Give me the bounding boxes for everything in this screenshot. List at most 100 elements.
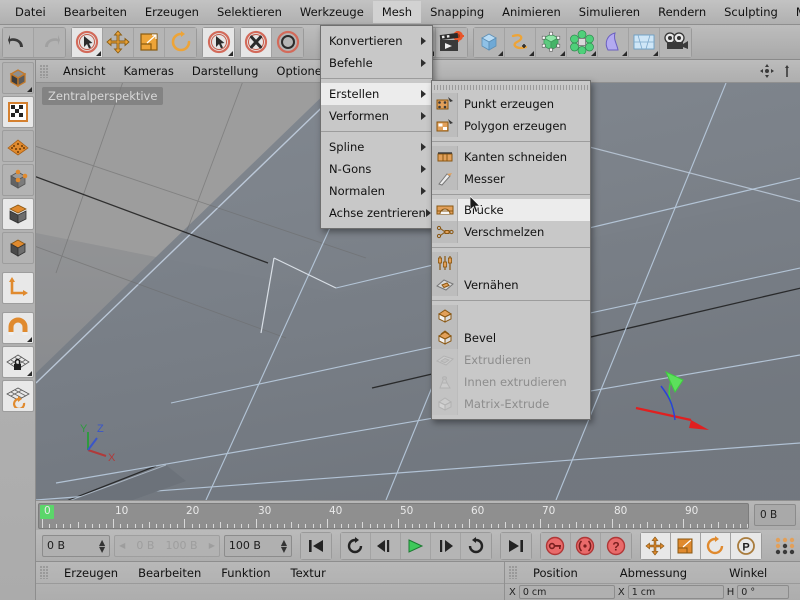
move-tool[interactable] [103, 27, 134, 57]
panel-grip[interactable] [509, 566, 518, 579]
menu-item-vernaehen[interactable] [432, 252, 590, 274]
viewport-menu-kameras[interactable]: Kameras [114, 61, 182, 81]
current-time-field[interactable]: 0 B ▲ ▼ [42, 534, 111, 557]
go-to-end-button[interactable] [500, 532, 531, 559]
menu-item-messer[interactable]: Messer [432, 168, 590, 190]
viewport-menu-ansicht[interactable]: Ansicht [54, 61, 114, 81]
menu-item-polygonloch-schliessen[interactable]: Vernähen [432, 274, 590, 296]
menu-item-extrudieren[interactable]: Bevel [432, 327, 590, 349]
menu-werkzeuge[interactable]: Werkzeuge [291, 1, 373, 23]
autokey-button[interactable] [570, 532, 601, 559]
extra-tool[interactable] [272, 27, 303, 57]
spinner-arrows[interactable]: ▲ ▼ [99, 538, 105, 553]
total-time-field[interactable]: 100 B ▲ ▼ [223, 534, 292, 557]
menu-sculpting[interactable]: Sculpting [715, 1, 787, 23]
step-forward-button[interactable] [430, 532, 461, 559]
menu-datei[interactable]: Datei [6, 1, 55, 23]
material-menu-funktion[interactable]: Funktion [211, 564, 280, 582]
menu-simulieren[interactable]: Simulieren [570, 1, 649, 23]
loop-button[interactable] [340, 532, 371, 559]
axis-mode-tool[interactable] [1, 272, 34, 304]
menu-item-innen-extrudieren[interactable]: Extrudieren [432, 349, 590, 371]
timeline-ruler[interactable]: 0102030405060708090100 [38, 503, 749, 529]
add-array-button[interactable] [567, 27, 598, 57]
panel-grip[interactable] [40, 64, 49, 78]
scale-tool[interactable] [134, 27, 165, 57]
menu-erzeugen[interactable]: Erzeugen [136, 1, 208, 23]
record-keyframe-button[interactable] [540, 532, 571, 559]
menu-bearbeiten[interactable]: Bearbeiten [55, 1, 136, 23]
scale-key-button[interactable] [670, 532, 701, 559]
material-menu-textur[interactable]: Textur [281, 564, 336, 582]
menu-item-befehle[interactable]: Befehle [321, 52, 432, 74]
add-environment-button[interactable] [629, 27, 660, 57]
polygon-mode-tool[interactable] [1, 164, 34, 196]
add-camera-button[interactable] [660, 27, 691, 57]
menu-item-matrix-extrude[interactable]: Innen extrudieren [432, 371, 590, 393]
undo-button[interactable] [3, 27, 34, 57]
point-mode-tool[interactable] [1, 96, 34, 128]
material-menu-bearbeiten[interactable]: Bearbeiten [128, 564, 211, 582]
preview-range-field[interactable]: ◀ 0 B 100 B ▶ [114, 534, 220, 557]
menu-snapping[interactable]: Snapping [421, 1, 493, 23]
add-cube-button[interactable] [474, 27, 505, 57]
param-key-button[interactable]: P [730, 532, 761, 559]
menu-item-smooth-shift[interactable]: Matrix-Extrude [432, 393, 590, 415]
add-deformer-button[interactable] [598, 27, 629, 57]
edge-mode-tool[interactable] [1, 130, 34, 162]
object-mode-tool[interactable] [1, 232, 34, 264]
model-mode-tool[interactable] [1, 198, 34, 230]
menu-animieren[interactable]: Animieren [493, 1, 570, 23]
material-menu-erzeugen[interactable]: Erzeugen [54, 564, 128, 582]
loop-forward-button[interactable] [460, 532, 491, 559]
menu-item-erstellen[interactable]: Erstellen [321, 83, 432, 105]
zoom-icon[interactable] [780, 64, 794, 81]
render-settings-button[interactable] [436, 27, 467, 57]
menu-item-bruecke[interactable]: Brücke [432, 199, 590, 221]
position-x-field[interactable]: 0 cm [518, 585, 615, 599]
range-right-arrow[interactable]: ▶ [209, 541, 215, 550]
spinner-arrows[interactable]: ▲ ▼ [281, 538, 287, 553]
rotate-tool[interactable] [165, 27, 196, 57]
editable-object-tool[interactable] [1, 62, 34, 94]
menu-item-punkt-erzeugen[interactable]: Punkt erzeugen [432, 93, 590, 115]
menu-item-normalen[interactable]: Normalen [321, 180, 432, 202]
menu-mesh[interactable]: Mesh [372, 1, 422, 23]
object-axis-gizmo[interactable] [631, 358, 741, 468]
step-back-button[interactable] [370, 532, 401, 559]
position-key-button[interactable] [640, 532, 671, 559]
keyframe-help-button[interactable]: ? [600, 532, 631, 559]
size-x-field[interactable]: 1 cm [627, 585, 724, 599]
redo-button[interactable] [34, 27, 65, 57]
range-left-arrow[interactable]: ◀ [119, 541, 125, 550]
pan-icon[interactable] [760, 64, 774, 81]
rotate-key-button[interactable] [700, 532, 731, 559]
menu-item-verformen[interactable]: Verformen [321, 105, 432, 127]
magnet-tool[interactable] [1, 312, 34, 344]
add-generator-button[interactable] [536, 27, 567, 57]
menu-selektieren[interactable]: Selektieren [208, 1, 291, 23]
add-spline-button[interactable] [505, 27, 536, 57]
viewport-menu-darstellung[interactable]: Darstellung [183, 61, 267, 81]
selection-tool[interactable] [203, 27, 234, 57]
menu-mograph[interactable]: MoGraph [787, 1, 800, 23]
workplane-tool[interactable] [1, 380, 34, 412]
angle-h-field[interactable]: 0 ° [737, 585, 790, 599]
menu-item-bevel[interactable] [432, 305, 590, 327]
point-level-anim-button[interactable] [770, 536, 800, 556]
menu-rendern[interactable]: Rendern [649, 1, 715, 23]
menu-item-verschmelzen[interactable]: Verschmelzen [432, 221, 590, 243]
panel-grip[interactable] [40, 566, 49, 579]
menu-tearoff-handle[interactable] [434, 85, 588, 90]
deselect-tool[interactable] [241, 27, 272, 57]
live-selection-tool[interactable] [72, 27, 103, 57]
menu-item-ngons[interactable]: N-Gons [321, 158, 432, 180]
menu-item-polygon-erzeugen[interactable]: Polygon erzeugen [432, 115, 590, 137]
menu-item-spline[interactable]: Spline [321, 136, 432, 158]
play-button[interactable] [400, 532, 431, 559]
menu-item-kanten-schneiden[interactable]: Kanten schneiden [432, 146, 590, 168]
lock-grid-tool[interactable] [1, 346, 34, 378]
timeline-end-field[interactable]: 0 B [754, 504, 796, 526]
menu-item-achse-zentrieren[interactable]: Achse zentrieren [321, 202, 432, 224]
go-to-start-button[interactable] [300, 532, 331, 559]
